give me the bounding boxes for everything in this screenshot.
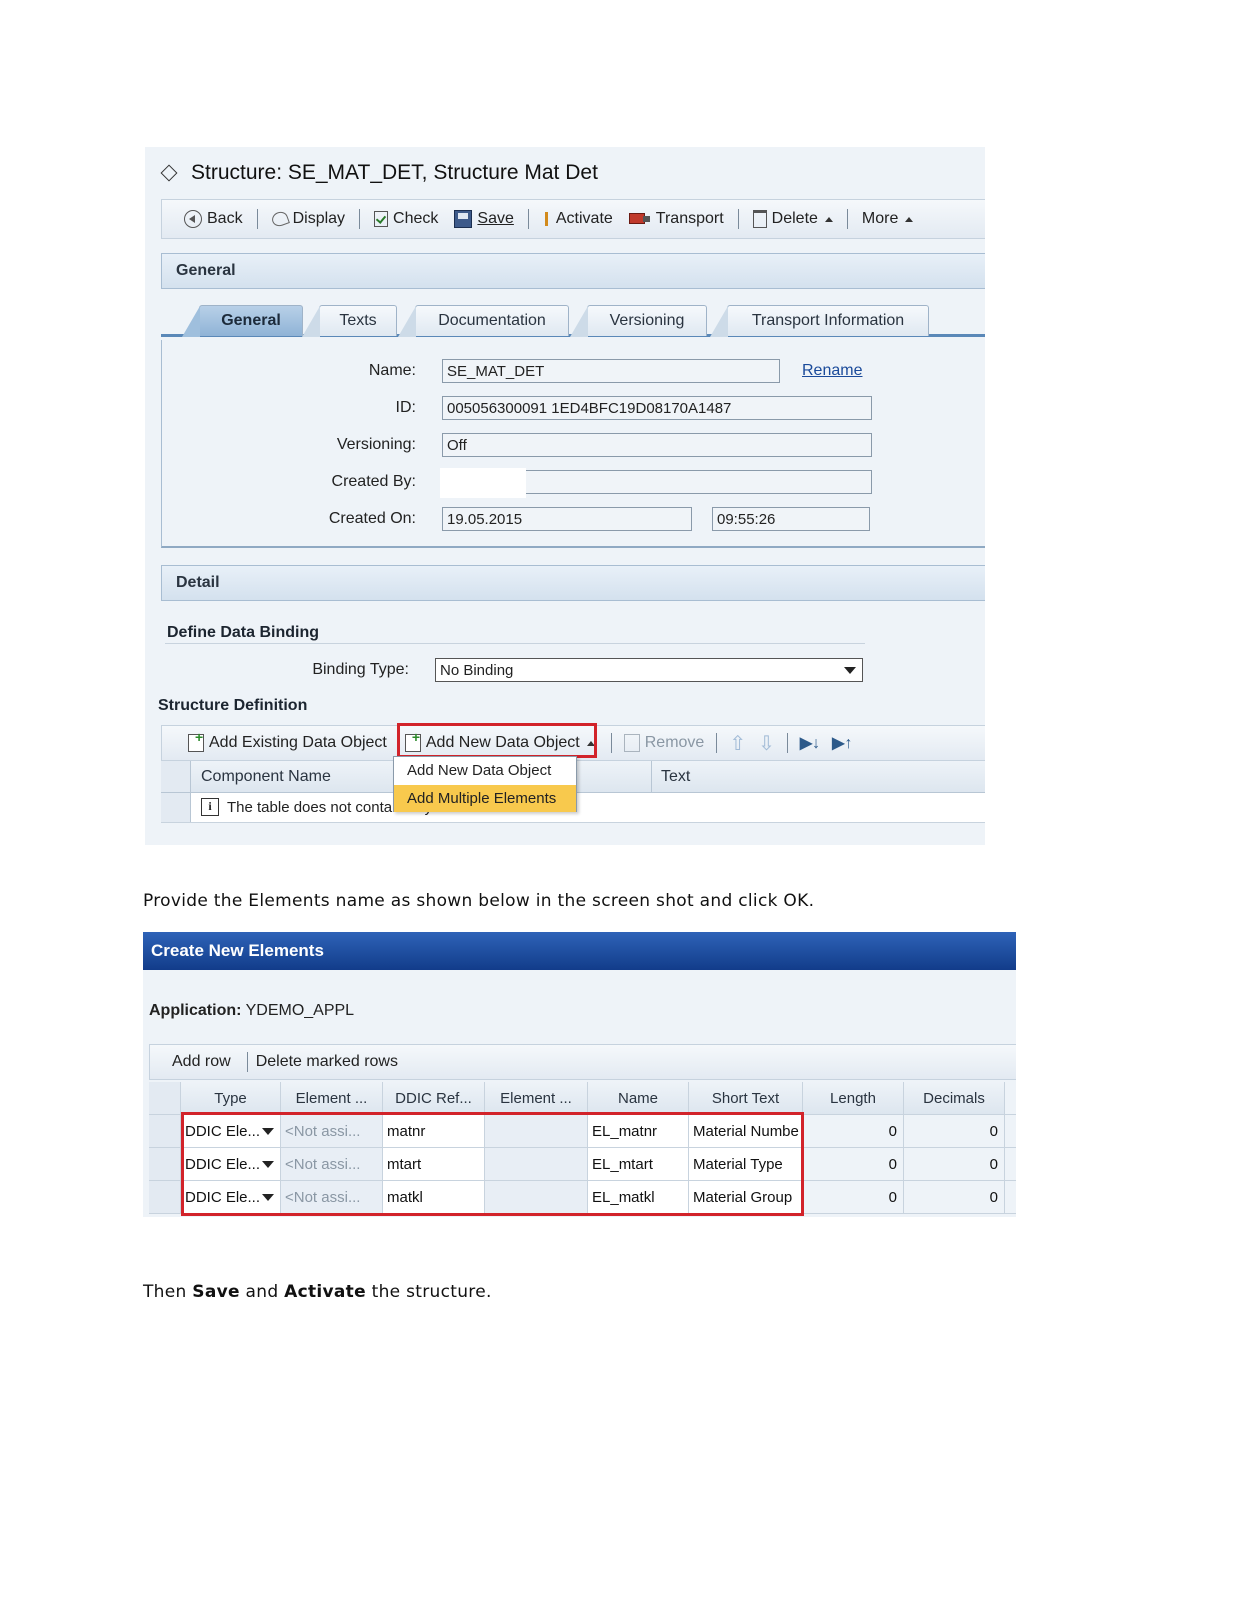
divider xyxy=(165,643,865,644)
column-type[interactable]: Type xyxy=(181,1082,281,1114)
id-field[interactable]: 005056300091 1ED4BFC19D08170A1487 xyxy=(442,396,872,420)
highlight-box xyxy=(181,1112,804,1216)
toolbar-separator xyxy=(786,733,788,753)
select-all-icon[interactable] xyxy=(149,1082,181,1114)
general-panel-header[interactable]: General xyxy=(161,253,985,289)
tab-documentation[interactable]: Documentation xyxy=(398,305,569,337)
add-row-button[interactable]: Add row xyxy=(172,1053,239,1071)
tab-texts[interactable]: Texts xyxy=(302,305,397,337)
info-icon: i xyxy=(201,798,219,816)
menu-caret-icon xyxy=(824,216,833,222)
floppy-disk-icon xyxy=(454,210,473,228)
glasses-icon xyxy=(269,209,290,229)
row-selector[interactable] xyxy=(149,1148,181,1180)
truck-icon xyxy=(628,211,651,227)
table-header-row: Type Element ... DDIC Ref... Element ...… xyxy=(149,1082,1016,1115)
column-ddic-ref[interactable]: DDIC Ref... xyxy=(383,1082,485,1114)
tab-strip: General Texts Documentation Versioning T… xyxy=(161,305,985,337)
structure-definition-heading: Structure Definition xyxy=(158,697,308,714)
length-cell[interactable]: 0 xyxy=(803,1148,904,1180)
column-length[interactable]: Length xyxy=(803,1082,904,1114)
column-decimals[interactable]: Decimals xyxy=(904,1082,1005,1114)
instruction-text: Provide the Elements name as shown below… xyxy=(143,891,815,911)
detail-panel-header[interactable]: Detail xyxy=(161,565,985,601)
decimals-cell[interactable]: 0 xyxy=(904,1148,1005,1180)
sort-descending-icon[interactable]: ▶↓ xyxy=(794,733,826,753)
diamond-icon xyxy=(160,164,178,182)
back-button[interactable]: Back xyxy=(176,210,251,228)
toolbar-separator xyxy=(246,1052,248,1072)
define-data-binding-heading: Define Data Binding xyxy=(167,624,320,641)
activate-button[interactable]: Activate xyxy=(535,210,621,228)
add-new-dropdown-menu: Add New Data Object Add Multiple Element… xyxy=(393,756,577,812)
delete-marked-rows-button[interactable]: Delete marked rows xyxy=(256,1053,406,1071)
sort-ascending-icon[interactable]: ▶↑ xyxy=(826,733,858,753)
closing-instruction: Then Save and Activate the structure. xyxy=(143,1282,492,1302)
column-element[interactable]: Element ... xyxy=(281,1082,383,1114)
save-button[interactable]: Save xyxy=(446,210,521,228)
toolbar-separator xyxy=(716,733,718,753)
toolbar-separator xyxy=(359,209,361,229)
versioning-field[interactable]: Off xyxy=(442,433,872,457)
dropdown-arrow-icon xyxy=(844,667,856,674)
check-button[interactable]: Check xyxy=(366,210,446,228)
menu-caret-icon xyxy=(905,216,914,222)
decimals-cell[interactable]: 0 xyxy=(904,1181,1005,1213)
display-button[interactable]: Display xyxy=(264,209,353,229)
column-element-2[interactable]: Element ... xyxy=(485,1082,588,1114)
menu-item-add-multiple-elements[interactable]: Add Multiple Elements xyxy=(394,785,576,812)
row-selector[interactable] xyxy=(149,1115,181,1147)
general-form: Name: SE_MAT_DET Rename ID: 005056300091… xyxy=(161,340,985,548)
toolbar-separator xyxy=(527,209,529,229)
rename-link[interactable]: Rename xyxy=(802,362,862,380)
move-up-icon[interactable]: ⇧ xyxy=(723,731,752,756)
elements-toolbar: Add row Delete marked rows xyxy=(149,1044,1016,1080)
tab-transport-information[interactable]: Transport Information xyxy=(710,305,929,337)
structure-editor-screenshot: Structure: SE_MAT_DET, Structure Mat Det… xyxy=(145,147,985,845)
dialog-title: Create New Elements xyxy=(143,932,1016,970)
toolbar-separator xyxy=(610,733,612,753)
binding-type-select[interactable]: No Binding xyxy=(435,658,863,682)
menu-item-add-new-data-object[interactable]: Add New Data Object xyxy=(394,757,576,784)
created-on-time-field[interactable]: 09:55:26 xyxy=(712,507,870,531)
transport-button[interactable]: Transport xyxy=(621,210,732,228)
name-field[interactable]: SE_MAT_DET xyxy=(442,359,780,383)
add-document-icon xyxy=(188,729,204,752)
remove-button[interactable]: Remove xyxy=(618,734,711,752)
decimals-cell[interactable]: 0 xyxy=(904,1115,1005,1147)
toolbar-separator xyxy=(846,209,848,229)
length-cell[interactable]: 0 xyxy=(803,1115,904,1147)
created-on-date-field[interactable]: 19.05.2015 xyxy=(442,507,692,531)
toolbar-separator xyxy=(256,209,258,229)
highlight-box xyxy=(397,723,597,758)
toolbar-separator xyxy=(737,209,739,229)
back-icon xyxy=(184,210,202,228)
trash-icon xyxy=(752,210,767,228)
delete-menu-button[interactable]: Delete xyxy=(745,210,841,228)
column-short-text[interactable]: Short Text xyxy=(689,1082,803,1114)
column-text[interactable]: Text xyxy=(661,768,690,786)
redacted-area xyxy=(440,468,526,498)
tab-versioning[interactable]: Versioning xyxy=(570,305,707,337)
add-existing-data-object-button[interactable]: Add Existing Data Object xyxy=(182,729,393,752)
select-all-icon[interactable] xyxy=(161,761,191,792)
main-toolbar: Back Display Check Save Activate Transpo… xyxy=(161,199,985,239)
create-elements-dialog-screenshot: Create New Elements Application: YDEMO_A… xyxy=(143,932,1016,1217)
row-selector[interactable] xyxy=(149,1181,181,1213)
column-component-name[interactable]: Component Name xyxy=(201,768,331,786)
page-title: Structure: SE_MAT_DET, Structure Mat Det xyxy=(159,161,598,185)
matchstick-icon xyxy=(543,210,551,228)
length-cell[interactable]: 0 xyxy=(803,1181,904,1213)
column-divider xyxy=(651,761,652,793)
more-menu-button[interactable]: More xyxy=(854,210,921,228)
check-icon xyxy=(374,211,389,227)
move-down-icon[interactable]: ⇩ xyxy=(752,731,781,756)
remove-document-icon xyxy=(623,734,640,752)
column-name[interactable]: Name xyxy=(588,1082,689,1114)
row-selector[interactable] xyxy=(161,793,191,822)
application-info: Application: YDEMO_APPL xyxy=(149,1002,355,1019)
tab-general[interactable]: General xyxy=(182,305,303,337)
